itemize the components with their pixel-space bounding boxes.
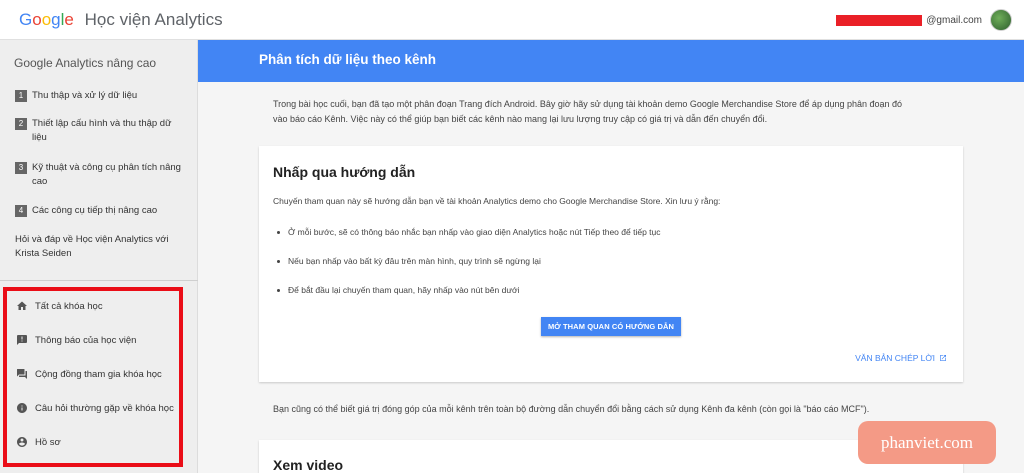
lesson-banner: Phân tích dữ liệu theo kênh bbox=[198, 40, 1024, 82]
intro-line-2: vào báo cáo Kênh. Việc này có thể giúp b… bbox=[273, 114, 768, 124]
nav-item-community[interactable]: Cộng đồng tham gia khóa học bbox=[16, 367, 162, 381]
list-item: Nếu bạn nhấp vào bất kỳ đâu trên màn hìn… bbox=[277, 256, 541, 266]
account-area[interactable]: @gmail.com bbox=[836, 9, 1012, 31]
logo-letter-e: e bbox=[64, 10, 74, 29]
course-title[interactable]: Google Analytics nâng cao bbox=[14, 56, 156, 70]
sidebar-divider bbox=[0, 280, 198, 281]
bullet-text: Để bắt đầu lại chuyến tham quan, hãy nhấ… bbox=[288, 285, 520, 295]
logo-letter-g2: g bbox=[51, 10, 61, 29]
guided-tour-card: Nhấp qua hướng dẫn Chuyến tham quan này … bbox=[259, 146, 963, 382]
intro-line-1: Trong bài học cuối, bạn đã tạo một phân … bbox=[273, 99, 903, 109]
bullet-dot bbox=[277, 289, 280, 292]
logo-letter-g: G bbox=[19, 10, 33, 29]
sidebar-qa-link[interactable]: Hỏi và đáp về Học viện Analytics với Kri… bbox=[15, 233, 180, 261]
avatar[interactable] bbox=[990, 9, 1012, 31]
module-number: 4 bbox=[15, 205, 27, 217]
sidebar-module-1[interactable]: 1 Thu thập và xử lý dữ liệu bbox=[15, 89, 185, 103]
card-description: Chuyến tham quan này sẽ hướng dẫn bạn về… bbox=[273, 196, 721, 206]
nav-item-faq[interactable]: Câu hỏi thường gặp về khóa học bbox=[16, 401, 174, 415]
open-guided-tour-button[interactable]: MỞ THAM QUAN CÓ HƯỚNG DẪN bbox=[541, 317, 681, 336]
nav-item-label: Câu hỏi thường gặp về khóa học bbox=[35, 402, 174, 414]
app-logo[interactable]: Google Học viện Analytics bbox=[19, 10, 223, 30]
bullet-text: Nếu bạn nhấp vào bất kỳ đâu trên màn hìn… bbox=[288, 256, 541, 266]
nav-item-label: Hồ sơ bbox=[35, 436, 61, 448]
main-content: Phân tích dữ liệu theo kênh Trong bài họ… bbox=[198, 40, 1024, 473]
forum-icon bbox=[16, 368, 28, 380]
page-title: Phân tích dữ liệu theo kênh bbox=[259, 52, 437, 67]
watermark: phanviet.com bbox=[858, 421, 996, 464]
logo-letter-o2: o bbox=[41, 10, 52, 29]
module-label: Thiết lập cấu hình và thu thập dữ liệu bbox=[32, 118, 172, 143]
nav-item-all-courses[interactable]: Tất cả khóa học bbox=[16, 299, 103, 313]
mcf-note: Bạn cũng có thể biết giá trị đóng góp củ… bbox=[273, 404, 870, 414]
nav-item-label: Cộng đồng tham gia khóa học bbox=[35, 368, 162, 380]
bullet-dot bbox=[277, 260, 280, 263]
list-item: Ở mỗi bước, sẽ có thông báo nhắc bạn nhấ… bbox=[277, 227, 661, 237]
announcement-icon bbox=[16, 334, 28, 346]
external-link-icon bbox=[940, 355, 946, 361]
product-name: Học viện Analytics bbox=[84, 10, 223, 29]
module-label: Kỹ thuật và công cụ phân tích nâng cao bbox=[32, 162, 181, 187]
logo-letter-o1: o bbox=[32, 10, 42, 29]
module-number: 2 bbox=[15, 118, 27, 130]
card-title: Nhấp qua hướng dẫn bbox=[273, 164, 416, 180]
email-suffix: @gmail.com bbox=[926, 14, 982, 26]
info-icon bbox=[16, 402, 28, 414]
nav-item-label: Tất cả khóa học bbox=[35, 300, 103, 312]
list-item: Để bắt đầu lại chuyến tham quan, hãy nhấ… bbox=[277, 285, 519, 295]
video-title: Xem video bbox=[273, 457, 344, 473]
nav-item-announcements[interactable]: Thông báo của học viện bbox=[16, 333, 136, 347]
sidebar-module-3[interactable]: 3 Kỹ thuật và công cụ phân tích nâng cao bbox=[15, 161, 185, 189]
intro-text: Trong bài học cuối, bạn đã tạo một phân … bbox=[273, 97, 973, 127]
sidebar-module-4[interactable]: 4 Các công cụ tiếp thị nâng cao bbox=[15, 204, 185, 218]
redacted-email bbox=[836, 14, 923, 26]
transcript-label: VĂN BẢN CHÉP LỜI bbox=[855, 353, 935, 363]
bullet-text: Ở mỗi bước, sẽ có thông báo nhắc bạn nhấ… bbox=[288, 227, 661, 237]
module-label: Thu thập và xử lý dữ liệu bbox=[32, 90, 138, 101]
module-number: 3 bbox=[15, 162, 27, 174]
module-number: 1 bbox=[15, 90, 27, 102]
home-icon bbox=[16, 300, 28, 312]
nav-item-profile[interactable]: Hồ sơ bbox=[16, 435, 61, 449]
bullet-dot bbox=[277, 231, 280, 234]
account-icon bbox=[16, 436, 28, 448]
sidebar: Google Analytics nâng cao 1 Thu thập và … bbox=[0, 40, 198, 473]
sidebar-module-2[interactable]: 2 Thiết lập cấu hình và thu thập dữ liệu bbox=[15, 117, 185, 145]
transcript-link[interactable]: VĂN BẢN CHÉP LỜI bbox=[855, 353, 947, 363]
module-label: Các công cụ tiếp thị nâng cao bbox=[32, 205, 158, 216]
top-bar: Google Học viện Analytics @gmail.com bbox=[0, 0, 1024, 40]
nav-item-label: Thông báo của học viện bbox=[35, 334, 137, 346]
